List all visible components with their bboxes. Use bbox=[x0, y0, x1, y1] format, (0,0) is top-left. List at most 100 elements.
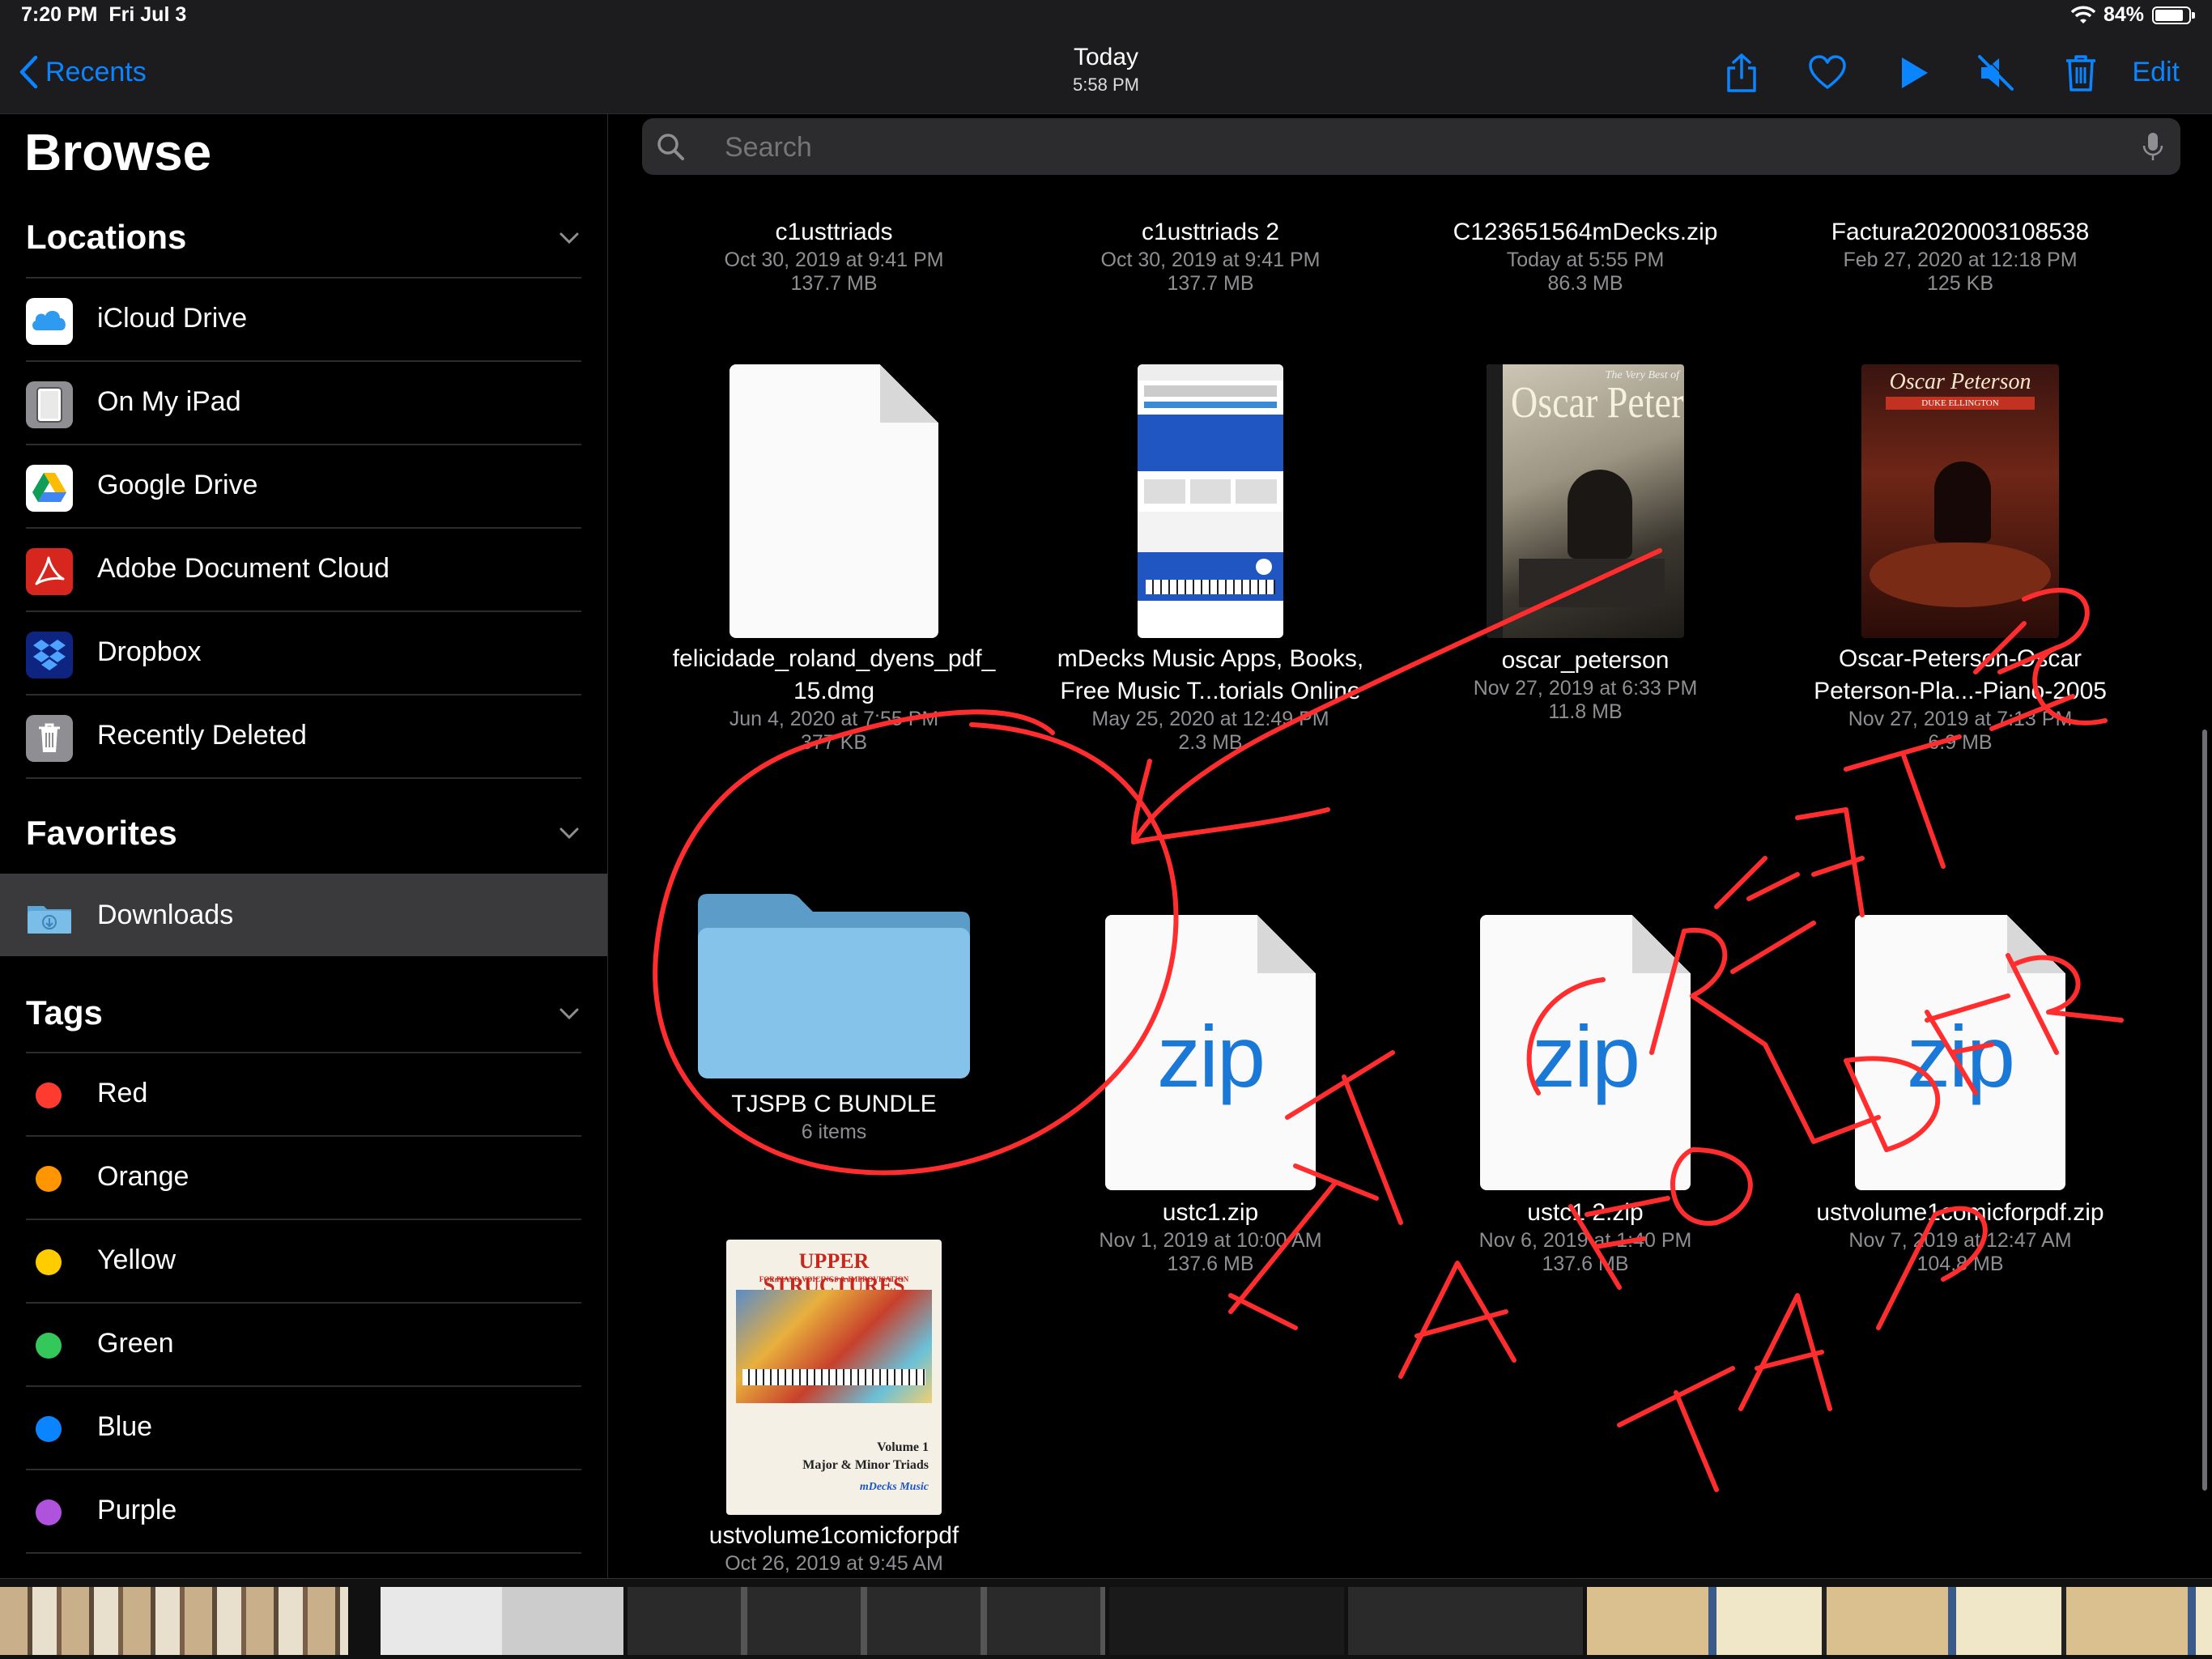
app-snapshot[interactable] bbox=[1348, 1587, 1583, 1655]
sidebar-item-dropbox[interactable]: Dropbox bbox=[0, 610, 607, 693]
sidebar-item-label: Dropbox bbox=[97, 636, 202, 667]
row-separator bbox=[26, 1552, 581, 1554]
file-item[interactable]: zip ustvolume1comicforpdf.zip Nov 7, 201… bbox=[1782, 915, 2138, 1276]
app-snapshot[interactable] bbox=[1109, 1587, 1344, 1655]
file-item[interactable]: C123651564mDecks.zip Today at 5:55 PM 86… bbox=[1407, 210, 1763, 296]
sidebar-item-label: iCloud Drive bbox=[97, 303, 248, 334]
sidebar-item-adobe-document-cloud[interactable]: Adobe Document Cloud bbox=[0, 527, 607, 610]
file-item[interactable]: zip ustc1 2.zip Nov 6, 2019 at 1:40 PM 1… bbox=[1407, 915, 1763, 1276]
file-item[interactable]: Factura2020003108538 Feb 27, 2020 at 12:… bbox=[1782, 210, 2138, 296]
sidebar-tag-green[interactable]: Green bbox=[0, 1302, 607, 1385]
chevron-left-icon bbox=[19, 55, 38, 89]
delete-button[interactable] bbox=[2057, 49, 2105, 97]
sidebar-item-google-drive[interactable]: Google Drive bbox=[0, 444, 607, 526]
file-name: Oscar-Peterson-Oscar Peterson-Pla...-Pia… bbox=[1814, 645, 2107, 704]
tags-collapse-button[interactable] bbox=[557, 1002, 581, 1026]
file-browser: c1usttriads Oct 30, 2019 at 9:41 PM 137.… bbox=[608, 114, 2212, 1578]
heart-icon bbox=[1809, 55, 1846, 89]
app-snapshot[interactable] bbox=[1587, 1587, 2212, 1655]
file-size: 2.3 MB bbox=[1178, 731, 1243, 754]
file-name: c1usttriads bbox=[775, 219, 893, 245]
document-thumbnail bbox=[730, 364, 938, 638]
page-fold bbox=[1257, 915, 1316, 973]
file-size: 137.6 MB bbox=[1542, 1253, 1629, 1275]
edit-button[interactable]: Edit bbox=[2132, 57, 2180, 88]
trash-icon bbox=[26, 715, 73, 762]
file-date: Nov 6, 2019 at 1:40 PM bbox=[1478, 1229, 1692, 1252]
file-size: 377 KB bbox=[800, 731, 867, 754]
file-size: 6.9 MB bbox=[1928, 731, 1993, 754]
status-bar: 7:20 PM Fri Jul 3 84% bbox=[0, 0, 2212, 32]
mute-button[interactable] bbox=[1972, 49, 2020, 97]
file-date: Nov 27, 2019 at 7:13 PM bbox=[1848, 708, 2073, 730]
zip-label: zip bbox=[1531, 1007, 1640, 1105]
microphone-icon[interactable] bbox=[2138, 130, 2167, 164]
file-date: Nov 7, 2019 at 12:47 AM bbox=[1848, 1229, 2072, 1252]
favorites-collapse-button[interactable] bbox=[557, 821, 581, 845]
battery-fill bbox=[2155, 9, 2183, 21]
file-name: ustvolume1comicforpdf bbox=[708, 1522, 959, 1549]
sidebar-tag-purple[interactable]: Purple bbox=[0, 1469, 607, 1551]
search-bar[interactable] bbox=[642, 118, 2180, 175]
row-separator bbox=[26, 360, 581, 362]
sidebar-item-label: Green bbox=[97, 1328, 174, 1359]
sidebar-tag-yellow[interactable]: Yellow bbox=[0, 1219, 607, 1301]
sidebar-tag-orange[interactable]: Orange bbox=[0, 1135, 607, 1218]
file-item[interactable]: The Very Best of Oscar Peterson oscar_pe… bbox=[1407, 364, 1763, 724]
section-divider bbox=[0, 777, 607, 779]
file-date: May 25, 2020 at 12:49 PM bbox=[1091, 708, 1329, 730]
sidebar-item-downloads[interactable]: Downloads bbox=[0, 874, 607, 956]
cover-title: Oscar Peterson bbox=[1511, 376, 1684, 428]
sidebar-item-label: Google Drive bbox=[97, 470, 258, 500]
folder-icon bbox=[695, 858, 973, 1082]
row-separator bbox=[26, 610, 581, 612]
locations-collapse-button[interactable] bbox=[557, 226, 581, 250]
scrollbar[interactable] bbox=[2202, 730, 2207, 1491]
locations-heading: Locations bbox=[26, 218, 187, 256]
share-button[interactable] bbox=[1717, 49, 1766, 97]
app-snapshot[interactable] bbox=[0, 1587, 348, 1655]
favorite-button[interactable] bbox=[1803, 49, 1852, 97]
sidebar-item-icloud-drive[interactable]: iCloud Drive bbox=[0, 277, 607, 359]
file-item[interactable]: zip ustc1.zip Nov 1, 2019 at 10:00 AM 13… bbox=[1032, 915, 1389, 1276]
page-fold bbox=[2007, 915, 2065, 973]
sidebar-item-recently-deleted[interactable]: Recently Deleted bbox=[0, 694, 607, 776]
app-snapshot[interactable] bbox=[627, 1587, 1105, 1655]
folder-item[interactable]: TJSPB C BUNDLE 6 items bbox=[656, 858, 1012, 1144]
page-fold bbox=[1632, 915, 1691, 973]
icloud-icon bbox=[26, 298, 73, 345]
file-date: Oct 30, 2019 at 9:41 PM bbox=[724, 249, 944, 271]
sidebar: Browse Locations iCloud Drive On My iPad… bbox=[0, 114, 608, 1578]
row-separator bbox=[26, 694, 581, 696]
file-item[interactable]: c1usttriads 2 Oct 30, 2019 at 9:41 PM 13… bbox=[1032, 210, 1389, 296]
sidebar-title: Browse bbox=[24, 123, 212, 181]
sidebar-tag-blue[interactable]: Blue bbox=[0, 1385, 607, 1468]
row-separator bbox=[26, 444, 581, 445]
file-name: ustc1.zip bbox=[1162, 1199, 1259, 1226]
file-size: 86.3 MB bbox=[1547, 272, 1623, 295]
app-snapshot[interactable] bbox=[502, 1587, 623, 1655]
file-date: Nov 27, 2019 at 6:33 PM bbox=[1473, 677, 1698, 700]
file-item[interactable]: c1usttriads Oct 30, 2019 at 9:41 PM 137.… bbox=[656, 210, 1012, 296]
row-separator bbox=[26, 1469, 581, 1470]
row-separator bbox=[26, 1052, 581, 1053]
back-button[interactable]: Recents bbox=[18, 55, 147, 89]
file-date: 6 items bbox=[801, 1121, 867, 1143]
search-input[interactable] bbox=[723, 131, 1536, 164]
sidebar-item-label: Red bbox=[97, 1078, 148, 1108]
google-drive-icon bbox=[26, 465, 73, 512]
sidebar-tag-red[interactable]: Red bbox=[0, 1052, 607, 1134]
play-icon bbox=[1902, 57, 1928, 88]
file-date: Oct 26, 2019 at 9:45 AM bbox=[725, 1552, 943, 1575]
play-button[interactable] bbox=[1889, 49, 1938, 97]
file-name: mDecks Music Apps, Books, Free Music T..… bbox=[1057, 645, 1364, 704]
row-separator bbox=[26, 1385, 581, 1387]
tag-color-dot bbox=[36, 1333, 62, 1359]
cover-brand: mDecks Music bbox=[859, 1481, 929, 1493]
file-item[interactable]: Oscar Peterson DUKE ELLINGTON Oscar-Pete… bbox=[1782, 364, 2138, 755]
row-separator bbox=[26, 777, 581, 779]
file-item[interactable]: UPPER STRUCTURES FOR PIANO VOICINGS & IM… bbox=[656, 1240, 1012, 1576]
sidebar-item-on-my-ipad[interactable]: On My iPad bbox=[0, 360, 607, 443]
file-item[interactable]: felicidade_roland_dyens_pdf_ 15.dmg Jun … bbox=[656, 364, 1012, 755]
file-item[interactable]: mDecks Music Apps, Books, Free Music T..… bbox=[1032, 364, 1389, 755]
